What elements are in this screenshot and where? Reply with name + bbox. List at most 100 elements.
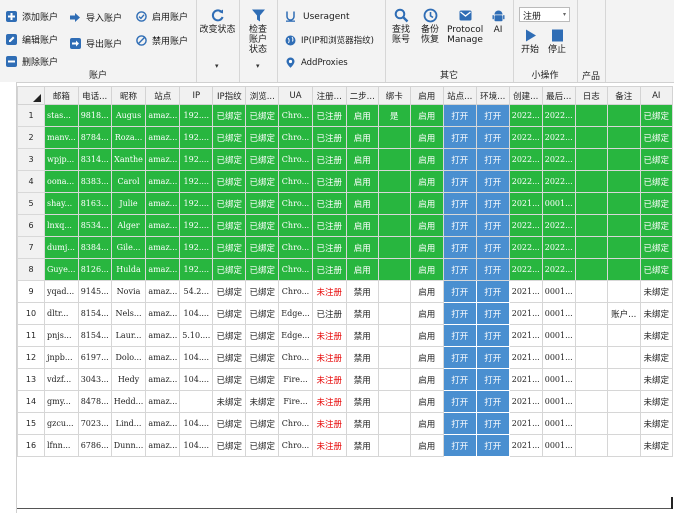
cell-site-open[interactable]: 打开 <box>442 148 477 171</box>
cell-env-open[interactable]: 打开 <box>475 434 510 457</box>
cell-env-open[interactable]: 打开 <box>475 170 510 193</box>
column-header-env-open[interactable]: 环境... <box>475 86 510 105</box>
edit-account-button[interactable]: 编辑账户 <box>6 33 58 46</box>
column-header-ua[interactable]: UA <box>278 86 313 105</box>
cell-env-open[interactable]: 打开 <box>475 148 510 171</box>
add-account-button[interactable]: 添加账户 <box>6 10 58 23</box>
cell-log <box>574 258 608 281</box>
column-header-browser[interactable]: 浏览... <box>245 86 280 105</box>
column-header-email[interactable]: 邮箱 <box>44 86 79 105</box>
column-header-enabled[interactable]: 启用 <box>409 86 444 105</box>
ai-button[interactable]: AI <box>488 8 508 35</box>
table-row[interactable]: 11 pnjs... 8154... Laur... amaz... 5.10.... 已绑… <box>17 324 673 347</box>
table-row[interactable]: 14 gmy... 8478... Hedd... amaz... 未绑定 未绑定 Fire.… <box>17 390 673 413</box>
start-button[interactable]: 开始 <box>519 28 541 55</box>
cell-env-open[interactable]: 打开 <box>475 104 510 127</box>
table-row[interactable]: 13 vdzf... 3043... Hedy amaz... 104.... 已绑定 已绑定… <box>17 368 673 391</box>
disable-account-button[interactable]: 禁用账户 <box>136 34 188 47</box>
cell-email: lnxq... <box>44 214 79 237</box>
cell-site-open[interactable]: 打开 <box>442 104 477 127</box>
change-status-button[interactable]: 改变状态 <box>198 8 237 35</box>
cell-site-open[interactable]: 打开 <box>442 368 477 391</box>
cell-env-open[interactable]: 打开 <box>475 368 510 391</box>
column-header-corner[interactable] <box>17 86 45 105</box>
cell-site-open[interactable]: 打开 <box>442 390 477 413</box>
cell-env-open[interactable]: 打开 <box>475 236 510 259</box>
cell-phone: 8314... <box>77 148 112 171</box>
table-row[interactable]: 16 lfnn... 6786... Dunn... amaz... 104.... 已绑定… <box>17 434 673 457</box>
table-row[interactable]: 12 jnpb... 6197... Dolo... amaz... 104.... 已绑定… <box>17 346 673 369</box>
chevron-down-icon[interactable]: ▾ <box>256 62 260 70</box>
cell-site-open[interactable]: 打开 <box>442 236 477 259</box>
cell-site-open[interactable]: 打开 <box>442 324 477 347</box>
table-row[interactable]: 5 shay... 8163... Julie amaz... 192.... 已绑定 已绑定… <box>17 192 673 215</box>
cell-env-open[interactable]: 打开 <box>475 390 510 413</box>
table-row[interactable]: 2 manv... 8784... Roza... amaz... 192.... 已绑定已… <box>17 126 673 149</box>
protocol-manage-button[interactable]: Protocol Manage <box>446 8 484 45</box>
cell-site-open[interactable]: 打开 <box>442 170 477 193</box>
check-status-button[interactable]: 检查账户状态 <box>241 8 275 55</box>
column-header-log[interactable]: 日志 <box>574 86 608 105</box>
cell-env-open[interactable]: 打开 <box>475 214 510 237</box>
cell-env-open[interactable]: 打开 <box>475 324 510 347</box>
resize-grip[interactable] <box>671 497 673 509</box>
find-account-button[interactable]: 查找账号 <box>390 8 412 45</box>
column-header-nickname[interactable]: 昵称 <box>110 86 147 105</box>
add-proxies-button[interactable]: AddProxies <box>285 57 348 68</box>
column-header-site-open[interactable]: 站点... <box>442 86 477 105</box>
column-header-ai[interactable]: AI <box>639 86 673 105</box>
cell-env-open[interactable]: 打开 <box>475 346 510 369</box>
stop-button[interactable]: 停止 <box>546 28 568 55</box>
cell-site-open[interactable]: 打开 <box>442 126 477 149</box>
cell-site-open[interactable]: 打开 <box>442 434 477 457</box>
table-row[interactable]: 7 dumj... 8384... Gile... amaz... 192.... 已绑定已… <box>17 236 673 259</box>
column-header-ip[interactable]: IP <box>179 86 214 105</box>
chevron-down-icon[interactable]: ▾ <box>215 62 219 70</box>
cell-env-open[interactable]: 打开 <box>475 280 510 303</box>
table-row[interactable]: 3 wpjp... 8314... Xanthe amaz... 192.... 已绑定 已绑… <box>17 148 673 171</box>
table-row[interactable]: 6 lnxq... 8534... Alger amaz... 192.... 已绑定 已绑定… <box>17 214 673 237</box>
cell-site-open[interactable]: 打开 <box>442 346 477 369</box>
delete-account-button[interactable]: 删除账户 <box>6 55 58 68</box>
cell-enabled: 启用 <box>409 368 444 391</box>
table-row[interactable]: 1 stas... 9818... Augus amaz... 192.... 已绑定 已绑定… <box>17 104 673 127</box>
column-header-register[interactable]: 注册... <box>311 86 347 105</box>
column-header-ip-fingerprint[interactable]: IP指纹 <box>212 86 247 105</box>
backup-restore-button[interactable]: 备份恢复 <box>419 8 441 45</box>
table-row[interactable]: 4 oona... 8383... Carol amaz... 192.... 已绑定 已绑定… <box>17 170 673 193</box>
table-row[interactable]: 9 yqad... 9145... Novia amaz... 54.2... 已绑定 已绑定… <box>17 280 673 303</box>
column-header-two-step[interactable]: 二步... <box>345 86 379 105</box>
cell-env-open[interactable]: 打开 <box>475 302 510 325</box>
cell-ip: 192.... <box>179 192 214 215</box>
column-header-site[interactable]: 站点 <box>145 86 181 105</box>
cell-browser: 已绑定 <box>245 104 280 127</box>
cell-browser: 已绑定 <box>245 148 280 171</box>
enable-account-button[interactable]: 启用账户 <box>136 10 188 23</box>
table-row[interactable]: 10 dltr... 8154... Nels... amaz... 104.... 已绑定… <box>17 302 673 325</box>
register-select[interactable]: 注册 ▾ <box>519 7 570 22</box>
select-all-triangle-icon[interactable] <box>33 94 41 102</box>
import-account-button[interactable]: 导入账户 <box>70 11 122 24</box>
cell-site-open[interactable]: 打开 <box>442 412 477 435</box>
cell-site-open[interactable]: 打开 <box>442 192 477 215</box>
useragent-button[interactable]: Useragent <box>285 11 350 22</box>
cell-site-open[interactable]: 打开 <box>442 214 477 237</box>
column-header-note[interactable]: 备注 <box>606 86 641 105</box>
column-header-last[interactable]: 最后... <box>541 86 576 105</box>
table-row[interactable]: 8 Guye... 8126... Hulda amaz... 192.... 已绑定 已绑定… <box>17 258 673 281</box>
export-account-button[interactable]: 导出账户 <box>70 37 122 50</box>
cell-site-open[interactable]: 打开 <box>442 302 477 325</box>
column-header-created[interactable]: 创建... <box>508 86 543 105</box>
cell-env-open[interactable]: 打开 <box>475 412 510 435</box>
cell-env-open[interactable]: 打开 <box>475 192 510 215</box>
cell-site-open[interactable]: 打开 <box>442 258 477 281</box>
column-header-phone[interactable]: 电话... <box>77 86 112 105</box>
cell-nickname: Dolo... <box>110 346 147 369</box>
cell-env-open[interactable]: 打开 <box>475 126 510 149</box>
ip-fingerprint-button[interactable]: IP(IP和浏览器指纹) <box>285 34 374 46</box>
cell-site-open[interactable]: 打开 <box>442 280 477 303</box>
table-row[interactable]: 15 gzcu... 7023... Lind... amaz... 104.... 已绑定… <box>17 412 673 435</box>
cell-last: 2022... <box>541 258 576 281</box>
column-header-bind-card[interactable]: 绑卡 <box>377 86 411 105</box>
cell-env-open[interactable]: 打开 <box>475 258 510 281</box>
